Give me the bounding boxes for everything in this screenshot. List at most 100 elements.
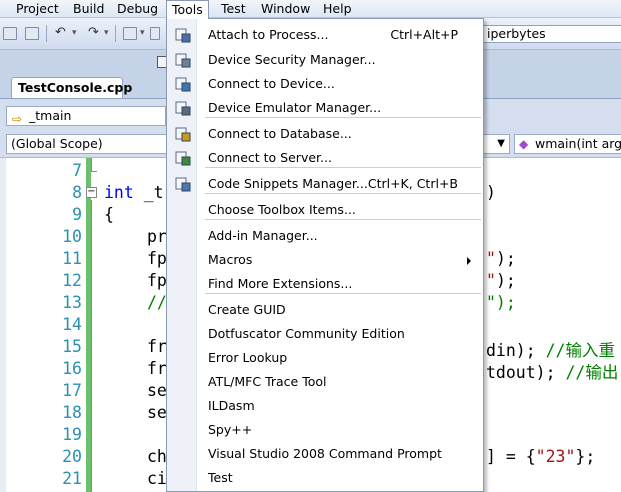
navigate-icon[interactable] [123, 27, 137, 40]
line-number: 19 [62, 425, 82, 444]
tools-menu-dropdown: Attach to Process... Ctrl+Alt+P Device Sec… [166, 18, 484, 492]
menu-item-connect-to-device[interactable]: Connect to Device... [167, 72, 483, 96]
line-number: 9 [72, 205, 82, 224]
undo-icon[interactable]: ↶ [55, 25, 66, 40]
line-number: 18 [62, 403, 82, 422]
code-string: " [486, 271, 496, 290]
indicator-margin [0, 158, 6, 492]
code-comment: //输出 [555, 363, 619, 382]
menu-item-label: Test [208, 470, 233, 485]
device-security-icon [175, 52, 191, 68]
menu-item-device-security-manager[interactable]: Device Security Manager... [167, 48, 483, 72]
menu-item-label: Add-in Manager... [208, 228, 318, 243]
code-line-12-tail: "); [486, 271, 516, 290]
redo-icon[interactable]: ↷ [88, 25, 99, 40]
navigate-dropdown-icon[interactable]: ▾ [140, 28, 145, 38]
code-keyword: int [104, 183, 134, 202]
line-number: 16 [62, 359, 82, 378]
code-line-13: // [147, 293, 167, 312]
menu-item-attach-to-process[interactable]: Attach to Process... Ctrl+Alt+P [167, 23, 483, 47]
code-string: "23" [535, 447, 576, 466]
menu-window[interactable]: Window [256, 0, 315, 18]
code-text: ] = { [486, 447, 536, 466]
undo-dropdown-icon[interactable]: ▾ [72, 28, 77, 38]
menu-build[interactable]: Build [68, 0, 109, 18]
line-number: 12 [62, 271, 82, 290]
menu-item-label: Device Security Manager... [208, 52, 376, 67]
tab-testconsole-cpp[interactable]: TestConsole.cpp [11, 77, 132, 98]
device-emulator-icon [175, 100, 191, 116]
menu-separator [205, 117, 481, 118]
code-text: ); [495, 271, 516, 290]
redo-dropdown-icon[interactable]: ▾ [104, 28, 109, 38]
copy-icon[interactable] [3, 27, 17, 40]
connect-device-icon [175, 76, 191, 92]
menu-item-spy[interactable]: Spy++ [167, 418, 483, 442]
code-text: din); [486, 341, 536, 360]
code-line-16-tail: tdout); //输出 [486, 359, 618, 383]
menu-item-create-guid[interactable]: Create GUID [167, 298, 483, 322]
toolbar-separator [46, 25, 47, 42]
menu-item-macros[interactable]: Macros [167, 248, 483, 272]
menu-item-label: Error Lookup [208, 350, 288, 365]
menu-item-label: Create GUID [208, 302, 286, 317]
menu-item-label: ATL/MFC Trace Tool [208, 374, 327, 389]
menu-item-error-lookup[interactable]: Error Lookup [167, 346, 483, 370]
code-snippets-icon [175, 176, 191, 192]
submenu-arrow-icon [467, 257, 471, 265]
menu-debug[interactable]: Debug [112, 0, 163, 18]
line-number: 8 [72, 183, 82, 202]
code-line-8: int _t [104, 183, 164, 202]
line-number: 21 [62, 469, 82, 488]
connect-server-icon [175, 150, 191, 166]
collapse-toggle-icon[interactable]: − [86, 187, 97, 198]
menu-item-ildasm[interactable]: ILDasm [167, 394, 483, 418]
code-line-15: fr [147, 337, 167, 356]
menu-test[interactable]: Test [216, 0, 251, 18]
code-text: }; [575, 447, 596, 466]
menu-item-label: Attach to Process... [208, 27, 329, 42]
code-comment: //输入重 [535, 341, 615, 360]
code-text: ); [495, 249, 516, 268]
outline-line [91, 171, 97, 172]
menu-item-atl-mfc-trace-tool[interactable]: ATL/MFC Trace Tool [167, 370, 483, 394]
code-line-20-tail: ] = {"23"}; [486, 447, 595, 466]
menu-project[interactable]: Project [11, 0, 64, 18]
code-string: " [486, 249, 496, 268]
menu-item-test[interactable]: Test [167, 466, 483, 490]
code-line-13-tail: "); [486, 293, 516, 312]
line-number: 15 [62, 337, 82, 356]
method-icon: ◆ [519, 137, 529, 151]
menu-item-label: Macros [208, 252, 253, 267]
menu-item-shortcut: Ctrl+Alt+P [390, 27, 458, 42]
code-line-10: pr [147, 227, 167, 246]
menu-item-visual-studio-2008-command-prompt[interactable]: Visual Studio 2008 Command Prompt [167, 442, 483, 466]
outline-line [91, 158, 92, 172]
code-line-16: fr [147, 359, 167, 378]
menu-separator [205, 293, 481, 294]
code-line-8-tail: ) [486, 183, 496, 202]
line-number: 11 [62, 249, 82, 268]
menu-help[interactable]: Help [318, 0, 357, 18]
find-input[interactable]: iperbytes [481, 25, 621, 43]
menu-item-add-in-manager[interactable]: Add-in Manager... [167, 224, 483, 248]
function-combo[interactable]: ⇨ _tmain [6, 106, 166, 126]
menu-separator [205, 219, 481, 220]
code-line-18: se [147, 403, 167, 422]
menu-item-dotfuscator-community-edition[interactable]: Dotfuscator Community Edition [167, 322, 483, 346]
line-number: 17 [62, 381, 82, 400]
toolbar-button-icon[interactable] [150, 27, 160, 40]
menu-separator [205, 167, 481, 168]
code-line-20: ch [147, 447, 167, 466]
chevron-down-icon[interactable]: ▼ [497, 135, 505, 153]
menu-item-label: Spy++ [208, 422, 253, 437]
menu-tools[interactable]: Tools [166, 0, 209, 19]
code-line-12: fp [147, 271, 167, 290]
menu-bar: Project Build Debug Tools Test Window He… [0, 0, 621, 19]
member-combo[interactable]: ◆ wmain(int argc, [514, 134, 621, 154]
code-line-21: ci [147, 469, 167, 488]
menu-item-connect-to-database[interactable]: Connect to Database... [167, 122, 483, 146]
paste-icon[interactable] [25, 27, 39, 40]
connect-database-icon [175, 126, 191, 142]
menu-item-label: Dotfuscator Community Edition [208, 326, 405, 341]
